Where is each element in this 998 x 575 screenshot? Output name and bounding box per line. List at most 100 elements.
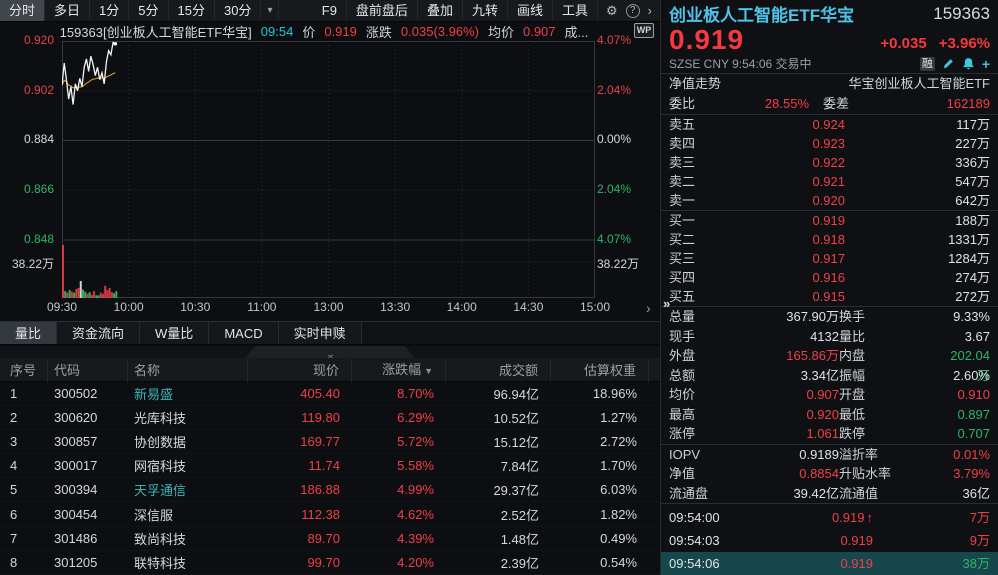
stat-value: 0.707 bbox=[943, 424, 990, 444]
book-price: 0.918 bbox=[715, 230, 845, 249]
intraday-chart-canvas[interactable] bbox=[62, 41, 595, 298]
tab-active[interactable]: 量比 bbox=[0, 322, 57, 344]
nav-row[interactable]: 净值走势 华宝创业板人工智能ETF bbox=[661, 74, 998, 94]
stock-change-pct: 4.39% bbox=[352, 531, 446, 546]
stock-price: 89.70 bbox=[248, 531, 352, 546]
alert-bell-icon[interactable] bbox=[962, 57, 975, 70]
row-index: 3 bbox=[0, 434, 48, 449]
stat-value: 3.67 bbox=[943, 327, 990, 347]
margin-flag: 融 bbox=[920, 57, 935, 71]
column-header[interactable]: 估算权重 bbox=[551, 359, 649, 382]
order-book-row[interactable]: 买五0.915272万 bbox=[661, 287, 998, 306]
volume-bars bbox=[62, 245, 117, 298]
quote-price-row: 0.919 +0.035 +3.96% bbox=[661, 24, 998, 54]
tick-row: 09:54:000.919↑7万 bbox=[661, 506, 998, 529]
book-level-label: 买一 bbox=[669, 211, 715, 230]
book-volume: 1331万 bbox=[845, 230, 990, 249]
stat-label: 溢折率 bbox=[839, 445, 943, 465]
stock-turnover: 15.12亿 bbox=[446, 432, 551, 451]
order-book-row[interactable]: 卖三0.922336万 bbox=[661, 153, 998, 172]
stock-weight: 1.70% bbox=[551, 458, 649, 473]
order-book-row[interactable]: 买一0.919188万 bbox=[661, 211, 998, 230]
table-row[interactable]: 3300857协创数据169.775.72%15.12亿2.72% bbox=[0, 430, 660, 454]
period-tab[interactable]: 多日 bbox=[45, 0, 90, 21]
order-book-row[interactable]: 买四0.916274万 bbox=[661, 268, 998, 287]
collapse-panel-icon[interactable]: › bbox=[646, 301, 651, 315]
ask-levels: 卖五0.924117万卖四0.923227万卖三0.922336万卖二0.921… bbox=[661, 115, 998, 210]
collapse-strip[interactable]: » bbox=[0, 346, 660, 358]
column-header[interactable]: 序号 bbox=[0, 359, 48, 382]
stats-row: 最高0.920最低0.897 bbox=[661, 405, 998, 425]
period-tab[interactable]: 1分 bbox=[90, 0, 129, 21]
stock-price: 169.77 bbox=[248, 434, 352, 449]
table-row[interactable]: 4300017网宿科技11.745.58%7.84亿1.70% bbox=[0, 454, 660, 478]
stat-value: 1.061 bbox=[743, 424, 839, 444]
tick-volume: 38万 bbox=[873, 552, 990, 575]
tick-time: 09:54:03 bbox=[669, 529, 761, 552]
x-axis-label: 13:00 bbox=[313, 300, 343, 314]
price-change: +0.035 +3.96% bbox=[880, 35, 990, 54]
tab-item[interactable]: W量比 bbox=[140, 322, 209, 344]
stat-value: 0.907 bbox=[743, 385, 839, 405]
tool-button[interactable]: 叠加 bbox=[418, 0, 463, 21]
order-book-row[interactable]: 卖四0.923227万 bbox=[661, 134, 998, 153]
order-book-row[interactable]: 卖一0.920642万 bbox=[661, 191, 998, 210]
table-header-row: 序号代码名称现价涨跌幅▼成交额估算权重 bbox=[0, 358, 660, 382]
wp-badge-icon[interactable]: WP bbox=[634, 23, 654, 38]
price-chart[interactable] bbox=[62, 41, 595, 298]
table-row[interactable]: 5300394天孚通信186.884.99%29.37亿6.03% bbox=[0, 478, 660, 502]
collapse-handle[interactable]: » bbox=[245, 346, 415, 358]
volume-axis-label-right: 38.22万 bbox=[597, 255, 639, 272]
tool-button[interactable]: 九转 bbox=[463, 0, 508, 21]
table-row[interactable]: 8301205联特科技99.704.20%2.39亿0.54% bbox=[0, 551, 660, 575]
tab-item[interactable]: 实时申赎 bbox=[279, 322, 362, 344]
add-to-watchlist-icon[interactable]: + bbox=[982, 57, 990, 71]
stat-label: 最低 bbox=[839, 405, 943, 425]
tick-volume: 7万 bbox=[873, 506, 990, 529]
order-book-row[interactable]: 买三0.9171284万 bbox=[661, 249, 998, 268]
stats-block: 总量367.90万换手9.33%现手4132量比3.67外盘165.86万内盘2… bbox=[661, 307, 998, 444]
table-row[interactable]: 1300502新易盛405.408.70%96.94亿18.96% bbox=[0, 382, 660, 406]
period-tab[interactable]: 30分 bbox=[215, 0, 261, 21]
tool-button[interactable]: 工具 bbox=[553, 0, 598, 21]
book-volume: 274万 bbox=[845, 268, 990, 287]
book-price: 0.915 bbox=[715, 287, 845, 306]
stat-value: 0.01% bbox=[943, 445, 990, 465]
expand-icon[interactable]: » bbox=[663, 296, 670, 311]
toolbar: 分时多日1分5分15分30分▾ F9盘前盘后叠加九转画线工具 ⚙ ? › bbox=[0, 0, 660, 22]
tab-item[interactable]: MACD bbox=[209, 322, 278, 344]
period-tab[interactable]: 5分 bbox=[129, 0, 168, 21]
stock-name: 网宿科技 bbox=[128, 456, 248, 475]
period-tab[interactable]: 分时 bbox=[0, 0, 45, 21]
order-book-row[interactable]: 买二0.9181331万 bbox=[661, 230, 998, 249]
order-book-row[interactable]: 卖二0.921547万 bbox=[661, 172, 998, 191]
column-header[interactable]: 现价 bbox=[248, 359, 352, 382]
tick-row: 09:54:060.91938万 bbox=[661, 552, 998, 575]
table-row[interactable]: 7301486致尚科技89.704.39%1.48亿0.49% bbox=[0, 527, 660, 551]
period-tab[interactable]: 15分 bbox=[169, 0, 215, 21]
stat-value: 36亿 bbox=[943, 484, 990, 504]
stock-code: 300454 bbox=[48, 507, 128, 522]
tool-button[interactable]: 画线 bbox=[508, 0, 553, 21]
order-book-row[interactable]: 卖五0.924117万 bbox=[661, 115, 998, 134]
tab-item[interactable]: 资金流向 bbox=[57, 322, 140, 344]
column-header[interactable]: 成交额 bbox=[446, 359, 551, 382]
stats-row: 涨停1.061跌停0.707 bbox=[661, 424, 998, 444]
stat-label: 振幅 bbox=[839, 366, 943, 386]
table-row[interactable]: 6300454深信服112.384.62%2.52亿1.82% bbox=[0, 502, 660, 526]
column-header[interactable]: 名称 bbox=[128, 359, 248, 382]
edit-pencil-icon[interactable] bbox=[942, 57, 955, 70]
settings-gear-icon[interactable]: ⚙ bbox=[606, 3, 618, 19]
tool-button[interactable]: 盘前盘后 bbox=[347, 0, 418, 21]
sort-descending-icon[interactable]: ▼ bbox=[424, 366, 433, 376]
tool-button[interactable]: F9 bbox=[313, 0, 347, 21]
table-row[interactable]: 2300620光库科技119.806.29%10.52亿1.27% bbox=[0, 406, 660, 430]
book-level-label: 卖四 bbox=[669, 134, 715, 153]
column-header[interactable]: 代码 bbox=[48, 359, 128, 382]
dropdown-caret-icon[interactable]: ▾ bbox=[261, 0, 279, 21]
stats-row: 净值0.8854升贴水率3.79% bbox=[661, 464, 998, 484]
row-index: 5 bbox=[0, 482, 48, 497]
help-icon[interactable]: ? bbox=[626, 4, 640, 18]
chevron-right-icon[interactable]: › bbox=[648, 3, 652, 18]
column-header[interactable]: 涨跌幅▼ bbox=[352, 358, 446, 383]
